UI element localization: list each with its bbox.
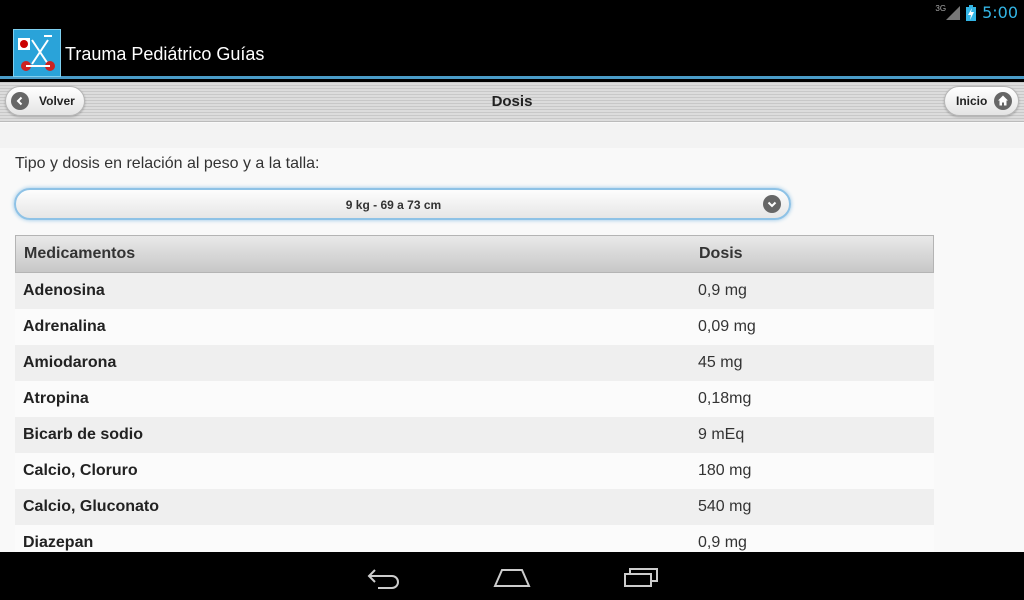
drug-name: Diazepan — [23, 534, 94, 551]
drug-name: Adrenalina — [23, 318, 106, 335]
table-row: Calcio, Cloruro 180 mg — [15, 453, 934, 489]
back-nav-icon[interactable] — [366, 564, 402, 590]
signal-icon — [946, 5, 961, 20]
table-row: Adrenalina 0,09 mg — [15, 309, 934, 345]
status-bar: 3G 5:00 — [0, 0, 1024, 25]
app-title: Trauma Pediátrico Guías — [65, 44, 265, 64]
intro-text: Tipo y dosis en relación al peso y a la … — [15, 155, 320, 172]
select-value: 9 kg - 69 a 73 cm — [345, 198, 442, 212]
drug-dose: 45 mg — [698, 354, 743, 371]
drug-dose: 0,09 mg — [698, 318, 756, 335]
chevron-down-icon — [763, 195, 781, 213]
drug-name: Atropina — [23, 390, 89, 407]
column-header-medicamentos: Medicamentos — [24, 245, 136, 262]
dosage-table: Medicamentos Dosis Adenosina 0,9 mg Adre… — [15, 235, 934, 552]
home-button-label: Inicio — [956, 94, 988, 108]
home-button[interactable]: Inicio — [944, 86, 1019, 116]
status-icons: 3G 5:00 — [935, 3, 1018, 22]
drug-name: Amiodarona — [23, 354, 117, 371]
table-row: Calcio, Gluconato 540 mg — [15, 489, 934, 525]
battery-charging-icon — [966, 4, 977, 21]
page-content: Volver Dosis Inicio Tipo y dosis en rela… — [0, 82, 1024, 552]
drug-dose: 9 mEq — [698, 426, 745, 443]
table-header: Medicamentos Dosis — [15, 235, 934, 273]
header-strip — [0, 123, 1024, 148]
drug-dose: 0,9 mg — [698, 534, 747, 551]
drug-dose: 540 mg — [698, 498, 752, 515]
table-row: Bicarb de sodio 9 mEq — [15, 417, 934, 453]
network-type: 3G — [935, 4, 947, 13]
page-header: Volver Dosis Inicio — [0, 82, 1024, 122]
clock: 5:00 — [982, 3, 1018, 22]
home-icon — [994, 92, 1013, 110]
drug-dose: 180 mg — [698, 462, 752, 479]
drug-name: Calcio, Cloruro — [23, 462, 138, 479]
action-bar: Trauma Pediátrico Guías — [0, 25, 1024, 79]
column-header-dosis: Dosis — [699, 245, 743, 262]
drug-name: Calcio, Gluconato — [23, 498, 160, 515]
app-logo-icon[interactable] — [13, 29, 61, 77]
drug-name: Bicarb de sodio — [23, 426, 144, 443]
table-row: Adenosina 0,9 mg — [15, 273, 934, 309]
table-row: Amiodarona 45 mg — [15, 345, 934, 381]
drug-dose: 0,9 mg — [698, 282, 747, 299]
recent-apps-icon[interactable] — [622, 564, 660, 590]
home-nav-icon[interactable] — [492, 564, 532, 590]
navigation-bar — [0, 552, 1024, 600]
drug-name: Adenosina — [23, 282, 105, 299]
weight-height-select[interactable]: 9 kg - 69 a 73 cm — [14, 188, 791, 220]
page-title: Dosis — [491, 93, 533, 110]
table-row: Diazepan 0,9 mg — [15, 525, 934, 552]
drug-dose: 0,18mg — [698, 390, 752, 407]
table-row: Atropina 0,18mg — [15, 381, 934, 417]
